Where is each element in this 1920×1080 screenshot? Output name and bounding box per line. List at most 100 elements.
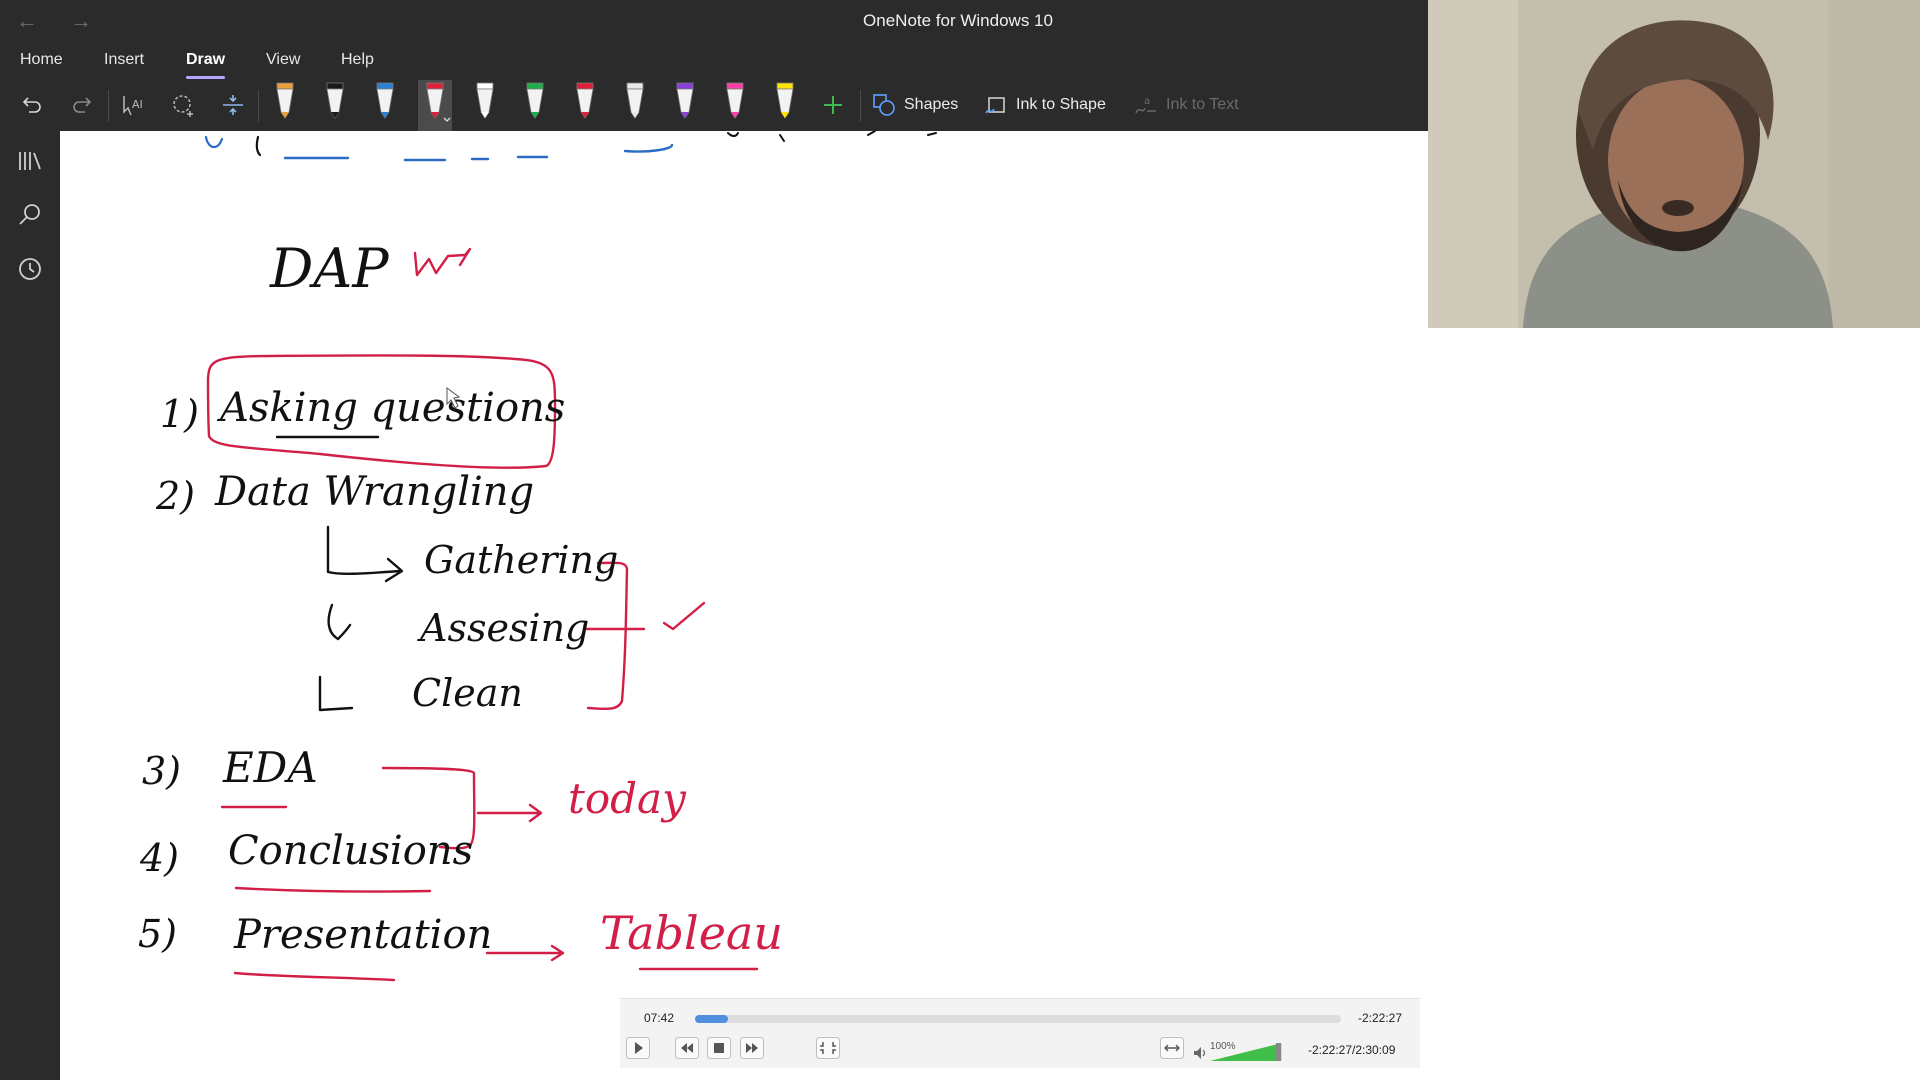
pen-3-button[interactable] (368, 80, 402, 131)
pen-2-button[interactable] (318, 80, 352, 131)
undo-icon (22, 97, 41, 113)
pen-icon (676, 82, 694, 119)
pen-icon (326, 82, 344, 119)
pen-8-button[interactable] (618, 80, 652, 131)
menu-help[interactable]: Help (341, 51, 374, 69)
pen-icon (426, 82, 451, 122)
ribbon-separator (258, 90, 259, 122)
substep-assessing: Assesing (417, 606, 589, 650)
pen-6-button[interactable] (518, 80, 552, 131)
pen-icon (376, 82, 394, 119)
app-root: ← → OneNote for Windows 10 Home Insert D… (0, 0, 1920, 1080)
volume-fill (1210, 1044, 1276, 1061)
pen-1-button[interactable] (268, 80, 302, 131)
pen-icon (576, 82, 594, 119)
shapes-icon (873, 94, 895, 116)
step-1-text: Asking questions (216, 385, 565, 431)
ink-to-text-label: Ink to Text (1166, 96, 1239, 113)
skip-back-icon (675, 1037, 699, 1059)
add-space-button[interactable] (217, 88, 249, 122)
pen-icon (776, 82, 794, 119)
svg-text:a: a (1144, 96, 1150, 107)
step-3-number: 3) (142, 749, 181, 793)
seek-bar[interactable] (695, 1015, 1341, 1023)
lasso-select-button[interactable] (168, 88, 200, 122)
pen-11-button[interactable] (768, 80, 802, 131)
presenter-video-frame (1428, 0, 1920, 328)
stop-icon (707, 1037, 731, 1059)
elapsed-time: 07:42 (644, 1011, 675, 1025)
pen-7-button[interactable] (568, 80, 602, 131)
pen-icon (726, 82, 744, 119)
annotation-today: today (568, 774, 687, 823)
ink-to-shape-label: Ink to Shape (1016, 96, 1106, 113)
step-4-text: Conclusions (228, 828, 473, 874)
undo-button[interactable] (18, 88, 46, 122)
insert-space-icon (223, 95, 243, 115)
substep-gathering: Gathering (424, 538, 618, 582)
shapes-label: Shapes (904, 96, 959, 113)
stop-button[interactable] (707, 1037, 731, 1059)
remaining-time: -2:22:27 (1358, 1011, 1403, 1025)
menu-view[interactable]: View (266, 51, 300, 69)
shapes-button[interactable]: Shapes (872, 88, 958, 122)
pen-4-button[interactable] (418, 80, 452, 131)
note-canvas[interactable]: DAP 1) Asking questions 2) Data Wranglin… (60, 131, 1428, 1080)
volume-slider[interactable] (1210, 1043, 1282, 1061)
pen-icon (476, 82, 494, 119)
pen-icon (526, 82, 544, 119)
time-readout: -2:22:27/2:30:09 (1308, 1043, 1396, 1057)
step-2-text: Data Wrangling (214, 469, 534, 515)
type-select-button[interactable]: AI (118, 88, 150, 122)
webcam-video (1428, 0, 1920, 328)
recent-notes-icon[interactable] (16, 255, 44, 283)
skip-forward-icon (740, 1037, 764, 1059)
ink-to-shape-button[interactable]: Ink to Shape (984, 88, 1106, 122)
left-sidebar (0, 131, 60, 1080)
pen-10-button[interactable] (718, 80, 752, 131)
fullscreen-button[interactable] (816, 1037, 840, 1059)
svg-text:AI: AI (132, 98, 143, 111)
pen-5-button[interactable] (468, 80, 502, 131)
lasso-icon (173, 95, 193, 117)
redo-button[interactable] (68, 88, 96, 122)
menu-draw[interactable]: Draw (186, 51, 226, 79)
notebooks-icon[interactable] (16, 147, 44, 175)
step-5-number: 5) (138, 912, 177, 956)
step-2-number: 2) (155, 474, 195, 518)
resize-horizontal-icon (1160, 1037, 1184, 1059)
menu-home[interactable]: Home (20, 51, 63, 69)
ink-to-text-button[interactable]: a Ink to Text (1134, 88, 1239, 122)
menu-insert[interactable]: Insert (104, 51, 144, 69)
step-1-number: 1) (160, 392, 199, 436)
ribbon-separator (108, 90, 109, 122)
fit-width-button[interactable] (1160, 1037, 1184, 1059)
next-button[interactable] (740, 1037, 764, 1059)
search-icon[interactable] (16, 201, 44, 229)
cursor-text-icon: AI (123, 96, 143, 116)
pen-icon (276, 82, 294, 119)
pen-icon (626, 82, 644, 119)
speaker-icon[interactable] (1192, 1045, 1208, 1061)
plus-icon (824, 96, 842, 114)
play-button[interactable] (626, 1037, 650, 1059)
fullscreen-icon (816, 1037, 840, 1059)
play-icon (626, 1037, 650, 1059)
heading-dap: DAP (269, 237, 390, 300)
step-5-text: Presentation (233, 912, 492, 958)
step-3-text: EDA (222, 743, 318, 792)
annotation-tableau: Tableau (600, 906, 783, 960)
media-player: 07:42 -2:22:27 100% -2:22:27/2:30:09 (620, 998, 1420, 1068)
seek-bar-fill (695, 1015, 729, 1023)
step-4-number: 4) (139, 836, 179, 880)
substep-clean: Clean (412, 671, 523, 715)
title-bar: ← → OneNote for Windows 10 (0, 0, 1428, 42)
previous-button[interactable] (675, 1037, 699, 1059)
ink-to-text-icon: a (1135, 96, 1156, 114)
ribbon-separator (860, 90, 861, 122)
add-pen-button[interactable] (818, 88, 848, 122)
pen-9-button[interactable] (668, 80, 702, 131)
menu-bar: Home Insert Draw View Help (0, 42, 1428, 80)
ink-layer: DAP 1) Asking questions 2) Data Wranglin… (138, 131, 937, 982)
ink-to-shape-icon (985, 97, 1005, 114)
